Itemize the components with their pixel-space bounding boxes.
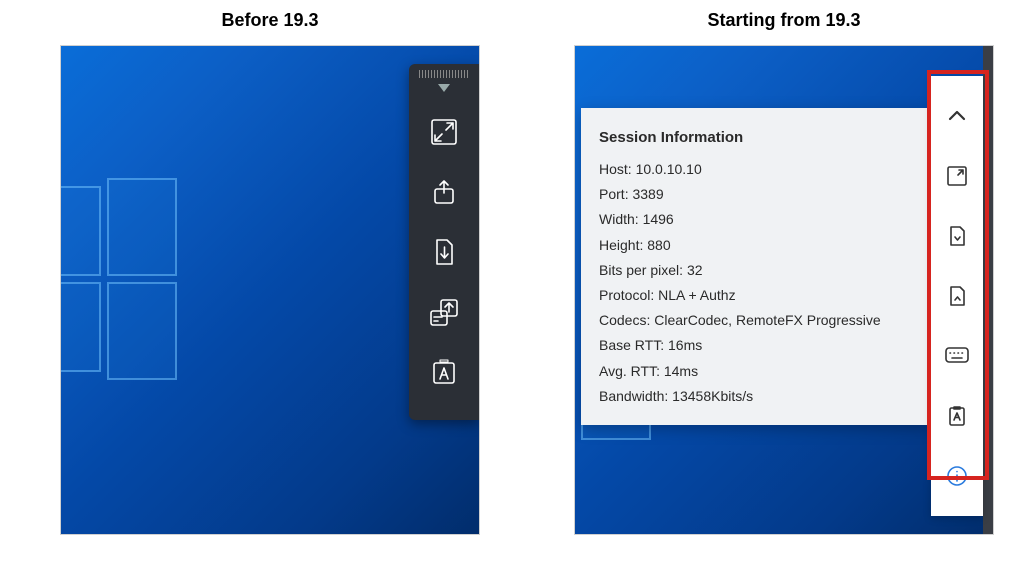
fullscreen-icon [429,117,459,147]
upload-button[interactable] [424,172,464,212]
windows-logo-icon [60,186,181,386]
info-row: Bandwidth13458Kbits/s [599,384,913,409]
session-toolbar-new [931,76,983,516]
info-row: ProtocolNLA + Authz [599,283,913,308]
fullscreen-icon [946,165,968,187]
keyboard-button[interactable] [939,338,975,374]
info-value: 14ms [664,363,698,379]
info-value: ClearCodec, RemoteFX Progressive [654,312,880,328]
info-label: Width [599,211,643,227]
text-input-icon [429,357,459,387]
panel-before: Before 19.3 [60,10,480,535]
info-value: 880 [647,237,670,253]
info-value: 3389 [632,186,663,202]
info-row: Port3389 [599,182,913,207]
upload-icon [429,177,459,207]
window-edge [983,46,993,534]
info-value: NLA + Authz [658,287,735,303]
info-label: Codecs [599,312,654,328]
info-value: 32 [687,262,703,278]
info-value: 13458Kbits/s [672,388,753,404]
info-label: Height [599,237,647,253]
collapse-down-icon[interactable] [438,84,450,92]
download-button[interactable] [424,232,464,272]
desktop-after: Session Information Host10.0.10.10 Port3… [574,45,994,535]
clipboard-text-icon [946,405,968,427]
info-row: Base RTT16ms [599,333,913,358]
info-label: Bits per pixel [599,262,687,278]
chevron-up-icon [946,105,968,127]
text-input-button[interactable] [939,398,975,434]
session-info-popup: Session Information Host10.0.10.10 Port3… [581,108,931,425]
drag-grip-icon[interactable] [419,70,469,78]
fullscreen-button[interactable] [424,112,464,152]
popup-title: Session Information [599,124,913,151]
info-row: Host10.0.10.10 [599,157,913,182]
info-label: Port [599,186,632,202]
session-toolbar-old [409,64,479,420]
fullscreen-button[interactable] [939,158,975,194]
panel-title-after: Starting from 19.3 [707,10,860,31]
panel-title-before: Before 19.3 [221,10,318,31]
keyboard-icon [945,347,969,365]
info-row: Width1496 [599,207,913,232]
info-row: Avg. RTT14ms [599,359,913,384]
info-label: Protocol [599,287,658,303]
desktop-before [60,45,480,535]
paste-button[interactable] [424,292,464,332]
text-input-button[interactable] [424,352,464,392]
info-value: 10.0.10.10 [636,161,702,177]
info-value: 16ms [668,337,702,353]
file-down-icon [946,225,968,247]
download-file-icon [429,237,459,267]
info-label: Bandwidth [599,388,672,404]
panel-after: Starting from 19.3 Session Information H… [574,10,994,535]
info-row: CodecsClearCodec, RemoteFX Progressive [599,308,913,333]
info-row: Bits per pixel32 [599,258,913,283]
upload-button[interactable] [939,278,975,314]
info-label: Avg. RTT [599,363,664,379]
info-label: Base RTT [599,337,668,353]
info-row: Height880 [599,233,913,258]
paste-icon [427,295,461,329]
info-value: 1496 [643,211,674,227]
file-up-icon [946,285,968,307]
session-info-button[interactable] [939,458,975,494]
info-label: Host [599,161,636,177]
info-icon [946,465,968,487]
collapse-button[interactable] [939,98,975,134]
download-button[interactable] [939,218,975,254]
